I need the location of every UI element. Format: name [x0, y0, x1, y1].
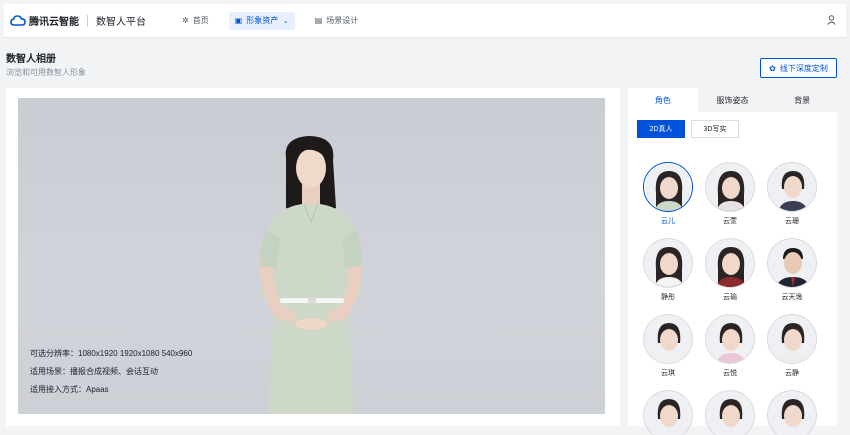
avatar [643, 390, 693, 435]
avatar-card[interactable]: 云儿 [640, 162, 696, 226]
type-tabs: 2D真人 3D写实 [637, 120, 745, 138]
avatar [643, 238, 693, 288]
custom-order-button[interactable]: ✿ 线下深度定制 [760, 58, 837, 78]
avatar [643, 314, 693, 364]
avatar-name: 云瑜 [723, 294, 737, 301]
tab-background[interactable]: 背景 [767, 88, 837, 112]
avatar [767, 162, 817, 212]
avatar [705, 162, 755, 212]
avatar-card[interactable] [764, 390, 820, 435]
avatar [767, 238, 817, 288]
nav-item-home[interactable]: ✲ 首页 [176, 12, 215, 30]
avatar-name: 云萱 [723, 218, 737, 225]
logo-text: 腾讯云智能 [29, 17, 79, 28]
category-tabs: 角色 服饰姿态 背景 [628, 88, 837, 112]
divider [87, 14, 88, 27]
nav-item-scene[interactable]: ▤ 场景设计 [309, 12, 365, 30]
page-subtitle: 浏览和可用数智人形象 [6, 68, 86, 77]
top-bar: 腾讯云智能 数智人平台 ✲ 首页 ▣ 形象资产 ⌄ ▤ 场景设计 [4, 4, 846, 38]
avatar [705, 390, 755, 435]
avatar-name: 云琪 [661, 370, 675, 377]
avatar-name: 云静 [785, 370, 799, 377]
platform-title: 数智人平台 [96, 17, 146, 28]
avatar-card[interactable]: 云萱 [702, 162, 758, 226]
nav-label-assets: 形象资产 [246, 16, 279, 25]
avatar-card[interactable]: 云珊 [764, 162, 820, 226]
subtab-2d[interactable]: 2D真人 [637, 120, 685, 138]
avatar-name: 云天逸 [781, 294, 803, 301]
nav-label-scene: 场景设计 [326, 16, 359, 25]
custom-order-label: 线下深度定制 [779, 63, 828, 73]
user-icon[interactable] [827, 14, 836, 27]
resolution-info: 可选分辨率：1080x1920 1920x1080 540x960 [30, 349, 193, 358]
avatar-name: 云儿 [661, 218, 675, 225]
avatar-selector: 角色 服饰姿态 背景 2D真人 3D写实 云儿 云萱 云珊 静彤 云瑜 云天逸 … [628, 88, 837, 435]
avatar-preview: 可选分辨率：1080x1920 1920x1080 540x960 适用场景：播… [18, 98, 605, 414]
avatar-card[interactable]: 云瑜 [702, 238, 758, 302]
preview-panel: 可选分辨率：1080x1920 1920x1080 540x960 适用场景：播… [6, 88, 620, 426]
sparkle-icon: ✿ [769, 63, 776, 73]
avatar-name: 云悦 [723, 370, 737, 377]
avatar [705, 314, 755, 364]
access-info: 适用接入方式：Apaas [30, 385, 109, 394]
avatar [643, 162, 693, 212]
avatar-card[interactable]: 云天逸 [764, 238, 820, 302]
nav-item-assets[interactable]: ▣ 形象资产 ⌄ [228, 11, 295, 30]
video-icon: ▤ [314, 16, 323, 25]
cloud-logo-icon [10, 15, 26, 26]
avatar-card[interactable] [640, 390, 696, 435]
avatar [767, 390, 817, 435]
page-title: 数智人相册 [6, 54, 56, 65]
avatar [767, 314, 817, 364]
avatar-name: 云珊 [785, 218, 799, 225]
gear-icon: ✲ [182, 16, 189, 25]
avatar-card[interactable]: 云琪 [640, 314, 696, 378]
avatar-card[interactable]: 静彤 [640, 238, 696, 302]
tab-role[interactable]: 角色 [628, 88, 698, 112]
image-icon: ▣ [234, 16, 243, 25]
top-nav: ✲ 首页 ▣ 形象资产 ⌄ ▤ 场景设计 [176, 11, 378, 30]
avatar [705, 238, 755, 288]
logo[interactable]: 腾讯云智能 [10, 13, 79, 28]
scene-info: 适用场景：播报合成视频、会话互动 [30, 367, 158, 376]
avatar-card[interactable] [702, 390, 758, 435]
subtab-3d[interactable]: 3D写实 [691, 120, 739, 138]
avatar-name: 静彤 [661, 294, 675, 301]
tab-outfit-pose[interactable]: 服饰姿态 [698, 88, 768, 112]
chevron-down-icon: ⌄ [282, 17, 289, 25]
avatar-card[interactable]: 云悦 [702, 314, 758, 378]
avatar-card[interactable]: 云静 [764, 314, 820, 378]
nav-label-home: 首页 [192, 16, 209, 25]
